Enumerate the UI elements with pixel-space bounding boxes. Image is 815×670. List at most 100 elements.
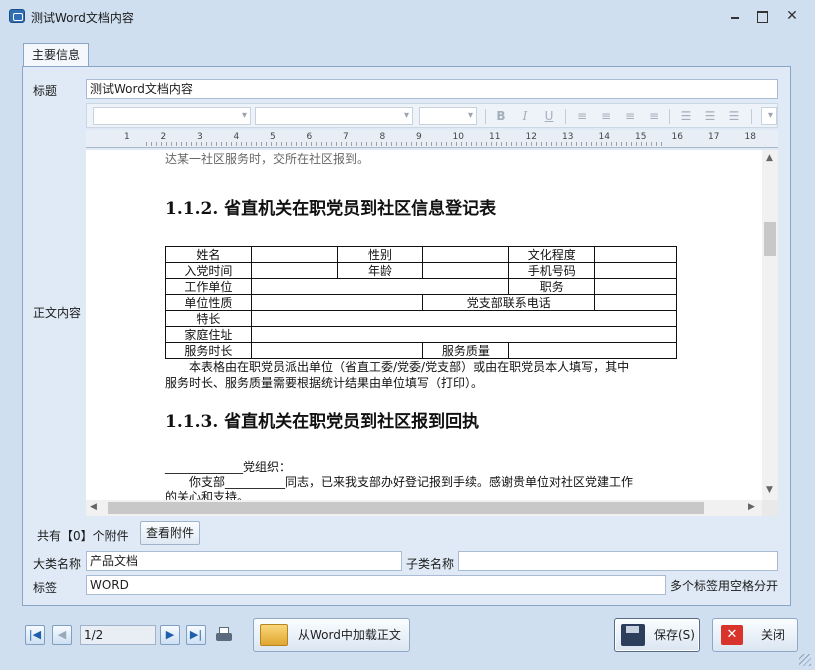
- ruler-tick: 6: [306, 132, 313, 142]
- first-page-icon[interactable]: |◀: [25, 625, 45, 645]
- numbered-list-icon[interactable]: ☰: [701, 108, 719, 124]
- ruler-tick: 12: [525, 132, 537, 142]
- ruler-tick: 15: [635, 132, 647, 142]
- ruler-tick: 4: [233, 132, 240, 142]
- last-page-icon[interactable]: ▶|: [186, 625, 206, 645]
- bold-icon[interactable]: B: [492, 108, 510, 124]
- underline-icon[interactable]: U: [540, 108, 558, 124]
- table-cell: [422, 262, 510, 279]
- load-from-word-label: 从Word中加载正文: [298, 628, 401, 642]
- table-cell: 特长: [165, 310, 252, 327]
- tags-hint: 多个标签用空格分开: [670, 579, 779, 593]
- table-cell: [250, 326, 678, 343]
- table-cell: 年龄: [336, 262, 424, 279]
- table-cell: 入党时间: [165, 262, 252, 279]
- floppy-disk-icon: [621, 624, 645, 646]
- table-cell: [250, 342, 424, 359]
- subcategory-input[interactable]: [458, 551, 778, 571]
- print-icon[interactable]: [213, 624, 233, 644]
- tab-main-info[interactable]: 主要信息: [23, 43, 89, 67]
- scroll-up-icon[interactable]: ▲: [766, 153, 773, 163]
- horizontal-scroll-thumb[interactable]: [108, 502, 704, 514]
- align-center-icon[interactable]: ≡: [621, 108, 639, 124]
- scroll-down-icon[interactable]: ▼: [766, 485, 773, 495]
- table-cell: [594, 262, 677, 279]
- table-cell: [250, 310, 678, 327]
- ruler-tick: 14: [598, 132, 610, 142]
- resize-grip[interactable]: [799, 654, 811, 666]
- content-label: 正文内容: [33, 306, 82, 320]
- align-justify-icon[interactable]: ≡: [645, 108, 663, 124]
- doc-note-line1: 本表格由在职党员派出单位（省直工委/党委/党支部）或由在职党员本人填写，其中: [189, 360, 630, 374]
- view-attachments-button[interactable]: 查看附件: [140, 521, 200, 545]
- doc-receipt-line3: 的关心和支持。: [165, 490, 250, 500]
- ruler-tick: 18: [744, 132, 756, 142]
- window-title: 测试Word文档内容: [31, 11, 134, 25]
- ruler-tick: 13: [562, 132, 574, 142]
- table-cell: 服务时长: [165, 342, 252, 359]
- subcategory-label: 子类名称: [406, 557, 455, 571]
- minimize-button[interactable]: [726, 9, 744, 23]
- scroll-left-icon[interactable]: ◀: [90, 502, 97, 512]
- doc-note-line2: 服务时长、服务质量需要根据统计结果由单位填写（打印）。: [165, 376, 484, 390]
- tags-input[interactable]: WORD: [86, 575, 666, 595]
- window-close-button[interactable]: ✕: [783, 9, 801, 23]
- table-cell: 服务质量: [422, 342, 510, 359]
- table-cell: 手机号码: [508, 262, 596, 279]
- align-right-icon[interactable]: ≡: [597, 108, 615, 124]
- doc-receipt-line2: 你支部__________同志，已来我支部办好登记报到手续。感谢贵单位对社区党建…: [189, 475, 634, 489]
- font-name-select[interactable]: [93, 107, 251, 125]
- table-cell: 党支部联系电话: [422, 294, 596, 311]
- ruler-scale: [146, 142, 666, 146]
- app-icon: [9, 9, 25, 23]
- close-label: 关闭: [761, 628, 786, 642]
- vertical-scrollbar[interactable]: ▲ ▼: [762, 150, 778, 500]
- close-button[interactable]: ✕ 关闭: [712, 618, 798, 652]
- ruler-tick: 17: [708, 132, 720, 142]
- table-cell: [250, 294, 424, 311]
- font-style-select[interactable]: [255, 107, 413, 125]
- more-select[interactable]: [761, 107, 777, 125]
- table-cell: [250, 262, 338, 279]
- save-button[interactable]: 保存(S): [614, 618, 700, 652]
- doc-heading-112: 1.1.2. 省直机关在职党员到社区信息登记表: [165, 199, 497, 219]
- multilevel-list-icon[interactable]: ☰: [725, 108, 743, 124]
- document-editor[interactable]: 达某一社区服务时，交所在社区报到。 1.1.2. 省直机关在职党员到社区信息登记…: [86, 150, 762, 500]
- vertical-scroll-thumb[interactable]: [764, 222, 776, 256]
- table-cell: 工作单位: [165, 278, 252, 295]
- table-cell: 文化程度: [508, 246, 596, 263]
- align-left-icon[interactable]: ≡: [573, 108, 591, 124]
- italic-icon[interactable]: I: [516, 108, 534, 124]
- ruler-tick: 2: [160, 132, 167, 142]
- scroll-corner: [762, 500, 778, 516]
- table-cell: 家庭住址: [165, 326, 252, 343]
- category-label: 大类名称: [33, 557, 82, 571]
- title-input[interactable]: 测试Word文档内容: [86, 79, 778, 99]
- ruler: 1 2 3 4 5 6 7 8 9 10 11 12 13 14 15 16 17 18: [86, 130, 778, 148]
- prev-page-icon[interactable]: ◀: [52, 625, 72, 645]
- ruler-tick: 10: [452, 132, 464, 142]
- table-cell: [422, 246, 510, 263]
- doc-paragraph-top: 达某一社区服务时，交所在社区报到。: [165, 152, 370, 166]
- table-cell: 单位性质: [165, 294, 252, 311]
- doc-heading-113: 1.1.3. 省直机关在职党员到社区报到回执: [165, 412, 480, 432]
- scroll-right-icon[interactable]: ▶: [748, 502, 755, 512]
- title-label: 标题: [33, 84, 58, 98]
- category-input[interactable]: 产品文档: [86, 551, 402, 571]
- table-cell: [250, 246, 338, 263]
- load-from-word-button[interactable]: 从Word中加载正文: [253, 618, 410, 652]
- attachment-count: 共有【0】个附件: [37, 529, 129, 543]
- ruler-tick: 7: [343, 132, 349, 142]
- table-cell: 性别: [336, 246, 424, 263]
- maximize-button[interactable]: [753, 9, 771, 23]
- horizontal-scrollbar[interactable]: ◀ ▶: [86, 500, 762, 516]
- ruler-tick: 3: [197, 132, 203, 142]
- table-cell: [250, 278, 510, 295]
- page-indicator[interactable]: 1/2: [80, 625, 156, 645]
- next-page-icon[interactable]: ▶: [160, 625, 180, 645]
- ruler-tick: 5: [270, 132, 276, 142]
- bullet-list-icon[interactable]: ☰: [677, 108, 695, 124]
- table-cell: 姓名: [165, 246, 252, 263]
- editor-toolbar: B I U ≡ ≡ ≡ ≡ ☰ ☰ ☰: [86, 103, 778, 128]
- font-size-select[interactable]: [419, 107, 477, 125]
